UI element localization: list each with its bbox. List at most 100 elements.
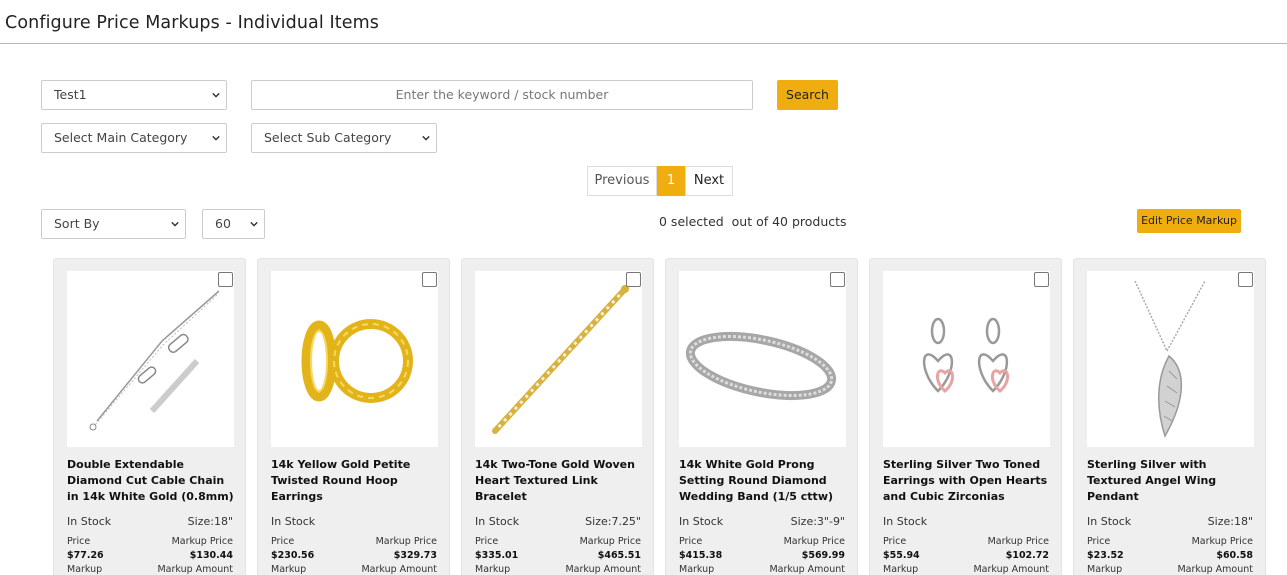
markup-amount-label: Markup Amount [973, 564, 1049, 575]
chain-icon [67, 290, 234, 451]
markup-label: Markup [679, 564, 715, 575]
page-size-select[interactable]: 60 [202, 209, 265, 239]
price-label: Price [67, 536, 91, 547]
markup-label: Markup [67, 564, 103, 575]
chevron-down-icon [212, 135, 220, 141]
markup-amount-label: Markup Amount [769, 564, 845, 575]
price-label: Price [271, 536, 295, 547]
search-button[interactable]: Search [777, 80, 838, 110]
price-label: Price [883, 536, 907, 547]
product-size: Size:3"-9" [790, 515, 845, 528]
markup-price-label: Markup Price [579, 536, 641, 547]
markup-price-label: Markup Price [1191, 536, 1253, 547]
product-size: Size:18" [187, 515, 233, 528]
price-value: $77.26 [67, 550, 104, 561]
edit-price-markup-button[interactable]: Edit Price Markup [1137, 209, 1241, 233]
product-card[interactable]: 14k White Gold Prong Setting Round Diamo… [665, 258, 858, 575]
main-category-select[interactable]: Select Main Category [41, 123, 227, 153]
page-title: Configure Price Markups - Individual Ite… [5, 13, 379, 33]
sub-category-value: Select Sub Category [264, 130, 392, 145]
stock-status: In Stock [475, 515, 520, 528]
markup-price-value: $569.99 [801, 550, 845, 561]
selection-status: 0 selected out of 40 products [659, 214, 847, 229]
chevron-down-icon [212, 92, 220, 98]
bracelet-icon [475, 285, 642, 451]
ring-icon [679, 331, 846, 451]
markup-price-value: $130.44 [189, 550, 233, 561]
markup-amount-label: Markup Amount [1177, 564, 1253, 575]
hoop-earrings-icon [271, 319, 438, 451]
stock-status: In Stock [67, 515, 112, 528]
wing-pendant-icon [1087, 280, 1254, 451]
price-label: Price [679, 536, 703, 547]
product-image [1087, 271, 1254, 447]
product-image [271, 271, 438, 447]
price-value: $335.01 [475, 550, 519, 561]
stock-status: In Stock [883, 515, 928, 528]
product-card[interactable]: 14k Two-Tone Gold Woven Heart Textured L… [461, 258, 654, 575]
markup-price-label: Markup Price [987, 536, 1049, 547]
product-size: Size:18" [1207, 515, 1253, 528]
markup-label: Markup [475, 564, 511, 575]
main-category-value: Select Main Category [54, 130, 188, 145]
price-value: $415.38 [679, 550, 723, 561]
product-select-checkbox[interactable] [218, 272, 233, 287]
product-image [883, 271, 1050, 447]
chevron-down-icon [250, 221, 258, 227]
product-size: Size:7.25" [585, 515, 641, 528]
product-card[interactable]: Double Extendable Diamond Cut Cable Chai… [53, 258, 246, 575]
markup-amount-label: Markup Amount [361, 564, 437, 575]
markup-label: Markup [883, 564, 919, 575]
markup-amount-label: Markup Amount [565, 564, 641, 575]
markup-price-value: $60.58 [1216, 550, 1253, 561]
product-name[interactable]: Sterling Silver with Textured Angel Wing… [1087, 457, 1259, 505]
product-select-checkbox[interactable] [830, 272, 845, 287]
product-select-checkbox[interactable] [1238, 272, 1253, 287]
product-card[interactable]: 14k Yellow Gold Petite Twisted Round Hoo… [257, 258, 450, 575]
store-select-value: Test1 [54, 87, 87, 102]
product-name[interactable]: Sterling Silver Two Toned Earrings with … [883, 457, 1055, 505]
markup-price-value: $465.51 [597, 550, 641, 561]
product-image [679, 271, 846, 447]
stock-status: In Stock [679, 515, 724, 528]
stock-status: In Stock [271, 515, 316, 528]
markup-price-label: Markup Price [171, 536, 233, 547]
product-select-checkbox[interactable] [626, 272, 641, 287]
product-name[interactable]: 14k Yellow Gold Petite Twisted Round Hoo… [271, 457, 443, 505]
price-value: $55.94 [883, 550, 920, 561]
product-image [67, 271, 234, 447]
pagination-next[interactable]: Next [685, 166, 733, 196]
price-label: Price [475, 536, 499, 547]
heart-earrings-icon [883, 317, 1050, 451]
product-card[interactable]: Sterling Silver Two Toned Earrings with … [869, 258, 1062, 575]
markup-label: Markup [1087, 564, 1123, 575]
pagination-page-1[interactable]: 1 [657, 166, 685, 196]
markup-price-label: Markup Price [375, 536, 437, 547]
price-value: $23.52 [1087, 550, 1124, 561]
page-header: Configure Price Markups - Individual Ite… [0, 0, 1287, 44]
page-size-value: 60 [215, 216, 231, 231]
product-card[interactable]: Sterling Silver with Textured Angel Wing… [1073, 258, 1266, 575]
search-input[interactable]: Enter the keyword / stock number [251, 80, 753, 110]
product-name[interactable]: Double Extendable Diamond Cut Cable Chai… [67, 457, 239, 505]
price-label: Price [1087, 536, 1111, 547]
product-select-checkbox[interactable] [422, 272, 437, 287]
chevron-down-icon [171, 221, 179, 227]
product-select-checkbox[interactable] [1034, 272, 1049, 287]
pagination-previous[interactable]: Previous [587, 166, 657, 196]
markup-price-value: $102.72 [1005, 550, 1049, 561]
product-name[interactable]: 14k White Gold Prong Setting Round Diamo… [679, 457, 851, 505]
sub-category-select[interactable]: Select Sub Category [251, 123, 437, 153]
markup-amount-label: Markup Amount [157, 564, 233, 575]
sort-by-value: Sort By [54, 216, 100, 231]
chevron-down-icon [422, 135, 430, 141]
markup-price-label: Markup Price [783, 536, 845, 547]
stock-status: In Stock [1087, 515, 1132, 528]
sort-by-select[interactable]: Sort By [41, 209, 186, 239]
price-value: $230.56 [271, 550, 315, 561]
product-image [475, 271, 642, 447]
markup-price-value: $329.73 [393, 550, 437, 561]
store-select[interactable]: Test1 [41, 80, 227, 110]
markup-label: Markup [271, 564, 307, 575]
product-name[interactable]: 14k Two-Tone Gold Woven Heart Textured L… [475, 457, 647, 505]
